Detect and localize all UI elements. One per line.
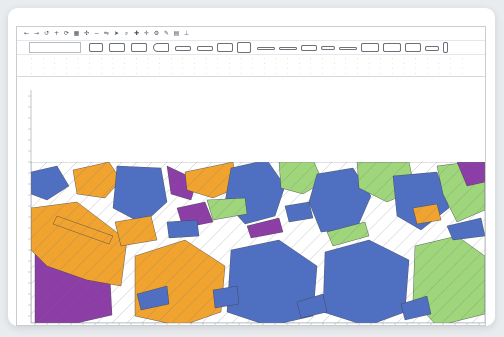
pointer-icon[interactable]: ➤ (113, 30, 120, 38)
pen-icon[interactable]: ✎ (163, 30, 170, 38)
move-icon[interactable]: ✣ (83, 30, 90, 38)
piece-thumb[interactable] (257, 47, 275, 50)
piece-thumb[interactable] (383, 43, 401, 52)
piece-thumb[interactable] (279, 47, 297, 50)
piece-thumb[interactable] (361, 43, 379, 52)
piece-select-dropdown[interactable] (29, 42, 81, 53)
pattern-piece[interactable] (31, 165, 70, 201)
piece-shape-bar (17, 40, 485, 55)
cut-line (31, 162, 33, 164)
plus-icon[interactable]: ✚ (133, 30, 140, 38)
flip-icon[interactable]: ⇋ (103, 30, 110, 38)
piece-thumb[interactable] (339, 47, 357, 50)
forward-icon[interactable]: → (33, 30, 40, 38)
piece-thumb[interactable] (321, 46, 335, 50)
pattern-piece[interactable] (72, 162, 122, 199)
left-ruler (28, 95, 31, 317)
toolbar: ← → ↺ + ⟳ ▦ ✣ − ⇋ ➤ ⌕ ✚ ✛ ⚙ ✎ ▤ ⊥ (17, 27, 485, 40)
piece-thumb[interactable] (217, 43, 233, 52)
zoom-in-icon[interactable]: + (53, 30, 60, 38)
grid-icon[interactable]: ▦ (73, 30, 80, 38)
marker-editor-window: ← → ↺ + ⟳ ▦ ✣ − ⇋ ➤ ⌕ ✚ ✛ ⚙ ✎ ▤ ⊥ · · · · · · · · · · · · · · · · · · · · · ·… (16, 26, 486, 326)
piece-thumb[interactable] (197, 46, 213, 51)
piece-thumb[interactable] (109, 43, 125, 52)
marker-canvas[interactable] (17, 90, 485, 325)
piece-thumb[interactable] (89, 43, 103, 52)
pattern-piece[interactable] (134, 239, 226, 325)
rotate-icon[interactable]: ⟳ (63, 30, 70, 38)
pattern-piece[interactable] (166, 219, 200, 239)
piece-thumb[interactable] (153, 43, 169, 52)
pattern-piece[interactable] (114, 215, 158, 247)
magnify-icon[interactable]: ⌕ (123, 30, 130, 38)
pattern-piece[interactable] (322, 239, 410, 325)
piece-thumb[interactable] (237, 42, 251, 53)
piece-thumb[interactable] (405, 43, 421, 52)
marker-layout[interactable] (17, 90, 486, 325)
zoom-out-icon[interactable]: − (93, 30, 100, 38)
back-icon[interactable]: ← (23, 30, 30, 38)
rule-icon[interactable]: ⊥ (183, 30, 190, 38)
reset-icon[interactable]: ↺ (43, 30, 50, 38)
piece-quantity-table: · · · · · · · · · · · · · · · · · · · · · · · · · · · · · · · · · · · · · · · ·… (17, 54, 485, 77)
piece-thumb[interactable] (443, 42, 448, 53)
piece-thumb[interactable] (131, 43, 147, 52)
settings-icon[interactable]: ⚙ (153, 30, 160, 38)
piece-thumb[interactable] (425, 46, 439, 51)
piece-thumb[interactable] (175, 46, 191, 51)
piece-thumb[interactable] (301, 45, 317, 51)
table-icon[interactable]: ▤ (173, 30, 180, 38)
cross-icon[interactable]: ✛ (143, 30, 150, 38)
